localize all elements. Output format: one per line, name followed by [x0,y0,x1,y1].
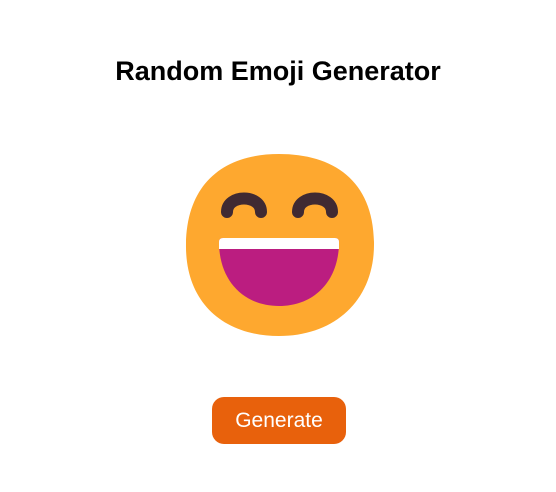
emoji-teeth [219,238,339,249]
page-title: Random Emoji Generator [115,56,441,86]
emoji-display [183,150,375,338]
grinning-face-with-smiling-eyes-icon [185,154,375,336]
generate-button[interactable]: Generate [212,397,346,444]
emoji-generator-app: Random Emoji Generator Generate [0,0,556,492]
